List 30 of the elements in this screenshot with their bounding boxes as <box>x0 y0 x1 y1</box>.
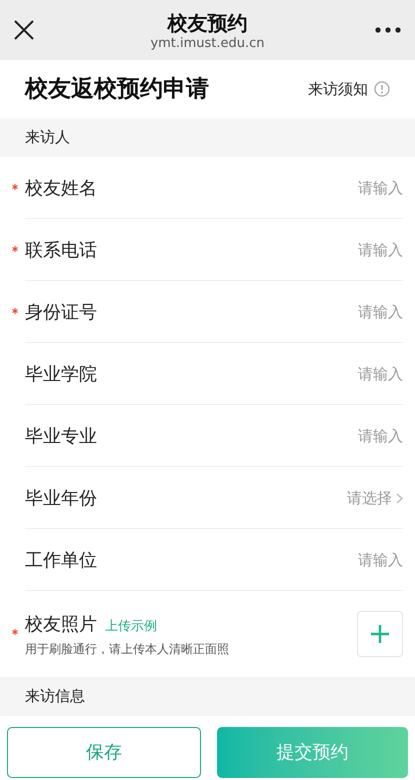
form-title: 校友返校预约申请 <box>25 74 209 104</box>
upload-button[interactable] <box>357 611 403 657</box>
year-select[interactable]: 请选择 <box>347 486 403 510</box>
page-title: 校友预约 <box>168 10 248 36</box>
section-title: 来访信息 <box>25 686 85 708</box>
submit-button[interactable]: 提交预约 <box>216 727 408 778</box>
photo-hint: 用于刷脸通行，请上传本人清晰正面照 <box>25 640 229 658</box>
input-field[interactable]: 请输入 <box>253 300 403 324</box>
close-icon[interactable] <box>13 19 35 41</box>
field-label: 毕业专业 <box>25 424 97 448</box>
plus-icon <box>371 625 389 643</box>
input-field[interactable]: 请输入 <box>253 362 403 386</box>
save-button[interactable]: 保存 <box>7 727 200 778</box>
field-label: 校友照片 <box>25 612 97 636</box>
field-label: 校友姓名 <box>25 176 97 200</box>
more-icon[interactable] <box>375 27 401 33</box>
input-field[interactable]: 请输入 <box>253 424 403 448</box>
chevron-icon <box>396 492 403 504</box>
field-label: 工作单位 <box>25 548 97 572</box>
field-label: 身份证号 <box>25 300 97 324</box>
input-field[interactable]: 请输入 <box>253 176 403 200</box>
example-link[interactable]: 上传示例 <box>105 616 157 636</box>
notice-link[interactable]: 来访须知 <box>308 78 368 100</box>
section-title: 来访人 <box>25 127 70 148</box>
field-label: 毕业学院 <box>25 362 97 386</box>
field-label: 毕业年份 <box>25 486 97 510</box>
page-url: ymt.imust.edu.cn <box>150 36 265 52</box>
input-field[interactable]: 请输入 <box>253 238 403 262</box>
input-field[interactable]: 请输入 <box>253 548 403 572</box>
field-label: 联系电话 <box>25 238 97 262</box>
